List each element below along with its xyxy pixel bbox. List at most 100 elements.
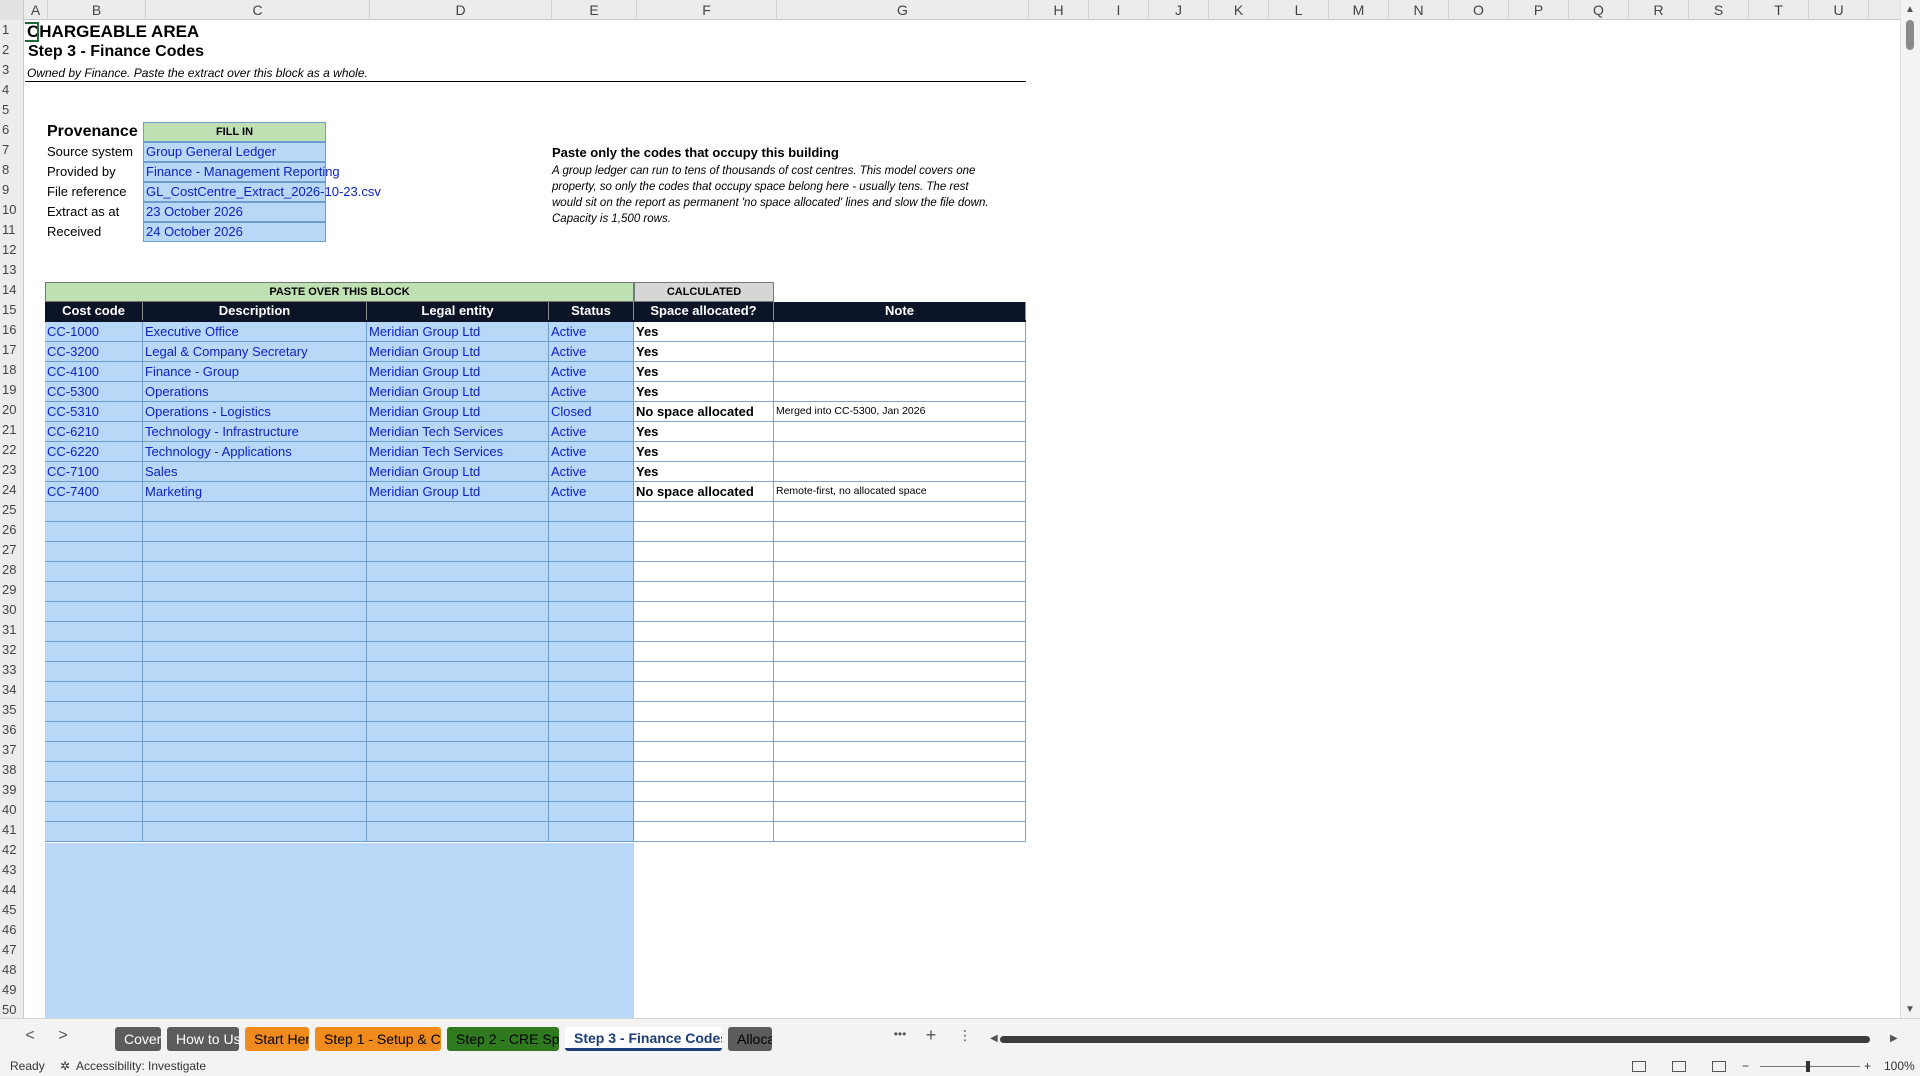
note-cell[interactable] (774, 522, 1026, 542)
row-header[interactable]: 5 (0, 100, 23, 120)
column-header-m[interactable]: M (1329, 0, 1389, 20)
legal-entity-cell[interactable]: Meridian Tech Services (367, 442, 549, 462)
status-cell[interactable]: Active (549, 322, 634, 342)
paste-capacity-area[interactable] (45, 843, 634, 1018)
sheet-tab[interactable]: Step 3 - Finance Codes (565, 1027, 722, 1051)
description-cell[interactable]: Sales (143, 462, 367, 482)
row-header[interactable]: 36 (0, 720, 23, 740)
row-header[interactable]: 3 (0, 60, 23, 80)
space-allocated-cell[interactable] (634, 542, 774, 562)
cost-code-cell[interactable]: CC-3200 (45, 342, 143, 362)
legal-entity-cell[interactable]: Meridian Group Ltd (367, 402, 549, 422)
row-header[interactable]: 46 (0, 920, 23, 940)
cost-code-cell[interactable] (45, 822, 143, 842)
status-cell[interactable]: Active (549, 362, 634, 382)
legal-entity-cell[interactable] (367, 822, 549, 842)
description-cell[interactable] (143, 542, 367, 562)
scroll-up-icon[interactable]: ▲ (1905, 4, 1915, 15)
space-allocated-cell[interactable] (634, 802, 774, 822)
cost-code-cell[interactable] (45, 642, 143, 662)
description-cell[interactable]: Technology - Infrastructure (143, 422, 367, 442)
space-allocated-cell[interactable] (634, 622, 774, 642)
legal-entity-cell[interactable] (367, 502, 549, 522)
note-cell[interactable] (774, 442, 1026, 462)
note-cell[interactable] (774, 742, 1026, 762)
note-cell[interactable] (774, 462, 1026, 482)
description-cell[interactable] (143, 722, 367, 742)
space-allocated-cell[interactable] (634, 742, 774, 762)
vertical-scroll-thumb[interactable] (1906, 20, 1914, 50)
cost-code-cell[interactable] (45, 802, 143, 822)
description-cell[interactable] (143, 762, 367, 782)
row-header[interactable]: 49 (0, 980, 23, 1000)
row-header[interactable]: 8 (0, 160, 23, 180)
note-cell[interactable] (774, 502, 1026, 522)
row-header[interactable]: 19 (0, 380, 23, 400)
zoom-in-icon[interactable]: + (1864, 1059, 1871, 1073)
column-header-n[interactable]: N (1389, 0, 1449, 20)
status-cell[interactable] (549, 522, 634, 542)
sheet-tab[interactable]: Step 2 - CRE Space (447, 1027, 559, 1051)
cost-code-cell[interactable]: CC-6210 (45, 422, 143, 442)
zoom-slider[interactable] (1760, 1066, 1860, 1067)
space-allocated-cell[interactable]: Yes (634, 362, 774, 382)
description-cell[interactable] (143, 702, 367, 722)
add-sheet-icon[interactable]: + (921, 1025, 941, 1046)
row-header[interactable]: 10 (0, 200, 23, 220)
status-cell[interactable] (549, 642, 634, 662)
legal-entity-cell[interactable]: Meridian Group Ltd (367, 362, 549, 382)
next-sheet-icon[interactable]: > (53, 1027, 73, 1045)
column-header-k[interactable]: K (1209, 0, 1269, 20)
space-allocated-cell[interactable] (634, 522, 774, 542)
cost-code-cell[interactable]: CC-7400 (45, 482, 143, 502)
status-cell[interactable] (549, 782, 634, 802)
space-allocated-cell[interactable] (634, 782, 774, 802)
row-header[interactable]: 37 (0, 740, 23, 760)
row-header[interactable]: 35 (0, 700, 23, 720)
status-cell[interactable]: Active (549, 442, 634, 462)
note-cell[interactable] (774, 682, 1026, 702)
row-header[interactable]: 2 (0, 40, 23, 60)
sheet-tab[interactable]: Alloca (728, 1027, 772, 1051)
legal-entity-cell[interactable] (367, 542, 549, 562)
legal-entity-cell[interactable] (367, 602, 549, 622)
sheet-tab[interactable]: Cover (115, 1027, 161, 1051)
row-header[interactable]: 24 (0, 480, 23, 500)
status-cell[interactable] (549, 802, 634, 822)
row-header[interactable]: 12 (0, 240, 23, 260)
status-cell[interactable]: Active (549, 422, 634, 442)
legal-entity-cell[interactable] (367, 662, 549, 682)
accessibility-icon[interactable]: ✲ (60, 1059, 70, 1073)
row-header[interactable]: 9 (0, 180, 23, 200)
column-header-h[interactable]: H (1029, 0, 1089, 20)
column-header-q[interactable]: Q (1569, 0, 1629, 20)
select-all-corner[interactable] (0, 0, 24, 20)
description-cell[interactable] (143, 582, 367, 602)
description-cell[interactable]: Operations (143, 382, 367, 402)
status-cell[interactable] (549, 682, 634, 702)
cost-code-cell[interactable]: CC-5310 (45, 402, 143, 422)
row-header[interactable]: 29 (0, 580, 23, 600)
note-cell[interactable] (774, 642, 1026, 662)
cost-code-cell[interactable] (45, 502, 143, 522)
column-header-r[interactable]: R (1629, 0, 1689, 20)
row-header[interactable]: 43 (0, 860, 23, 880)
cost-code-cell[interactable] (45, 662, 143, 682)
row-header[interactable]: 26 (0, 520, 23, 540)
horizontal-scrollbar[interactable]: ◀ ▶ (990, 1033, 1900, 1045)
status-cell[interactable] (549, 602, 634, 622)
row-header[interactable]: 25 (0, 500, 23, 520)
space-allocated-cell[interactable]: Yes (634, 382, 774, 402)
description-cell[interactable]: Technology - Applications (143, 442, 367, 462)
description-cell[interactable] (143, 642, 367, 662)
description-cell[interactable]: Operations - Logistics (143, 402, 367, 422)
cost-code-cell[interactable] (45, 622, 143, 642)
space-allocated-cell[interactable]: Yes (634, 462, 774, 482)
row-header[interactable]: 11 (0, 220, 23, 240)
note-cell[interactable] (774, 822, 1026, 842)
row-header[interactable]: 15 (0, 300, 23, 320)
provenance-value[interactable]: 23 October 2026 (143, 202, 326, 222)
legal-entity-cell[interactable]: Meridian Tech Services (367, 422, 549, 442)
legal-entity-cell[interactable] (367, 742, 549, 762)
scroll-down-icon[interactable]: ▼ (1905, 1004, 1915, 1015)
